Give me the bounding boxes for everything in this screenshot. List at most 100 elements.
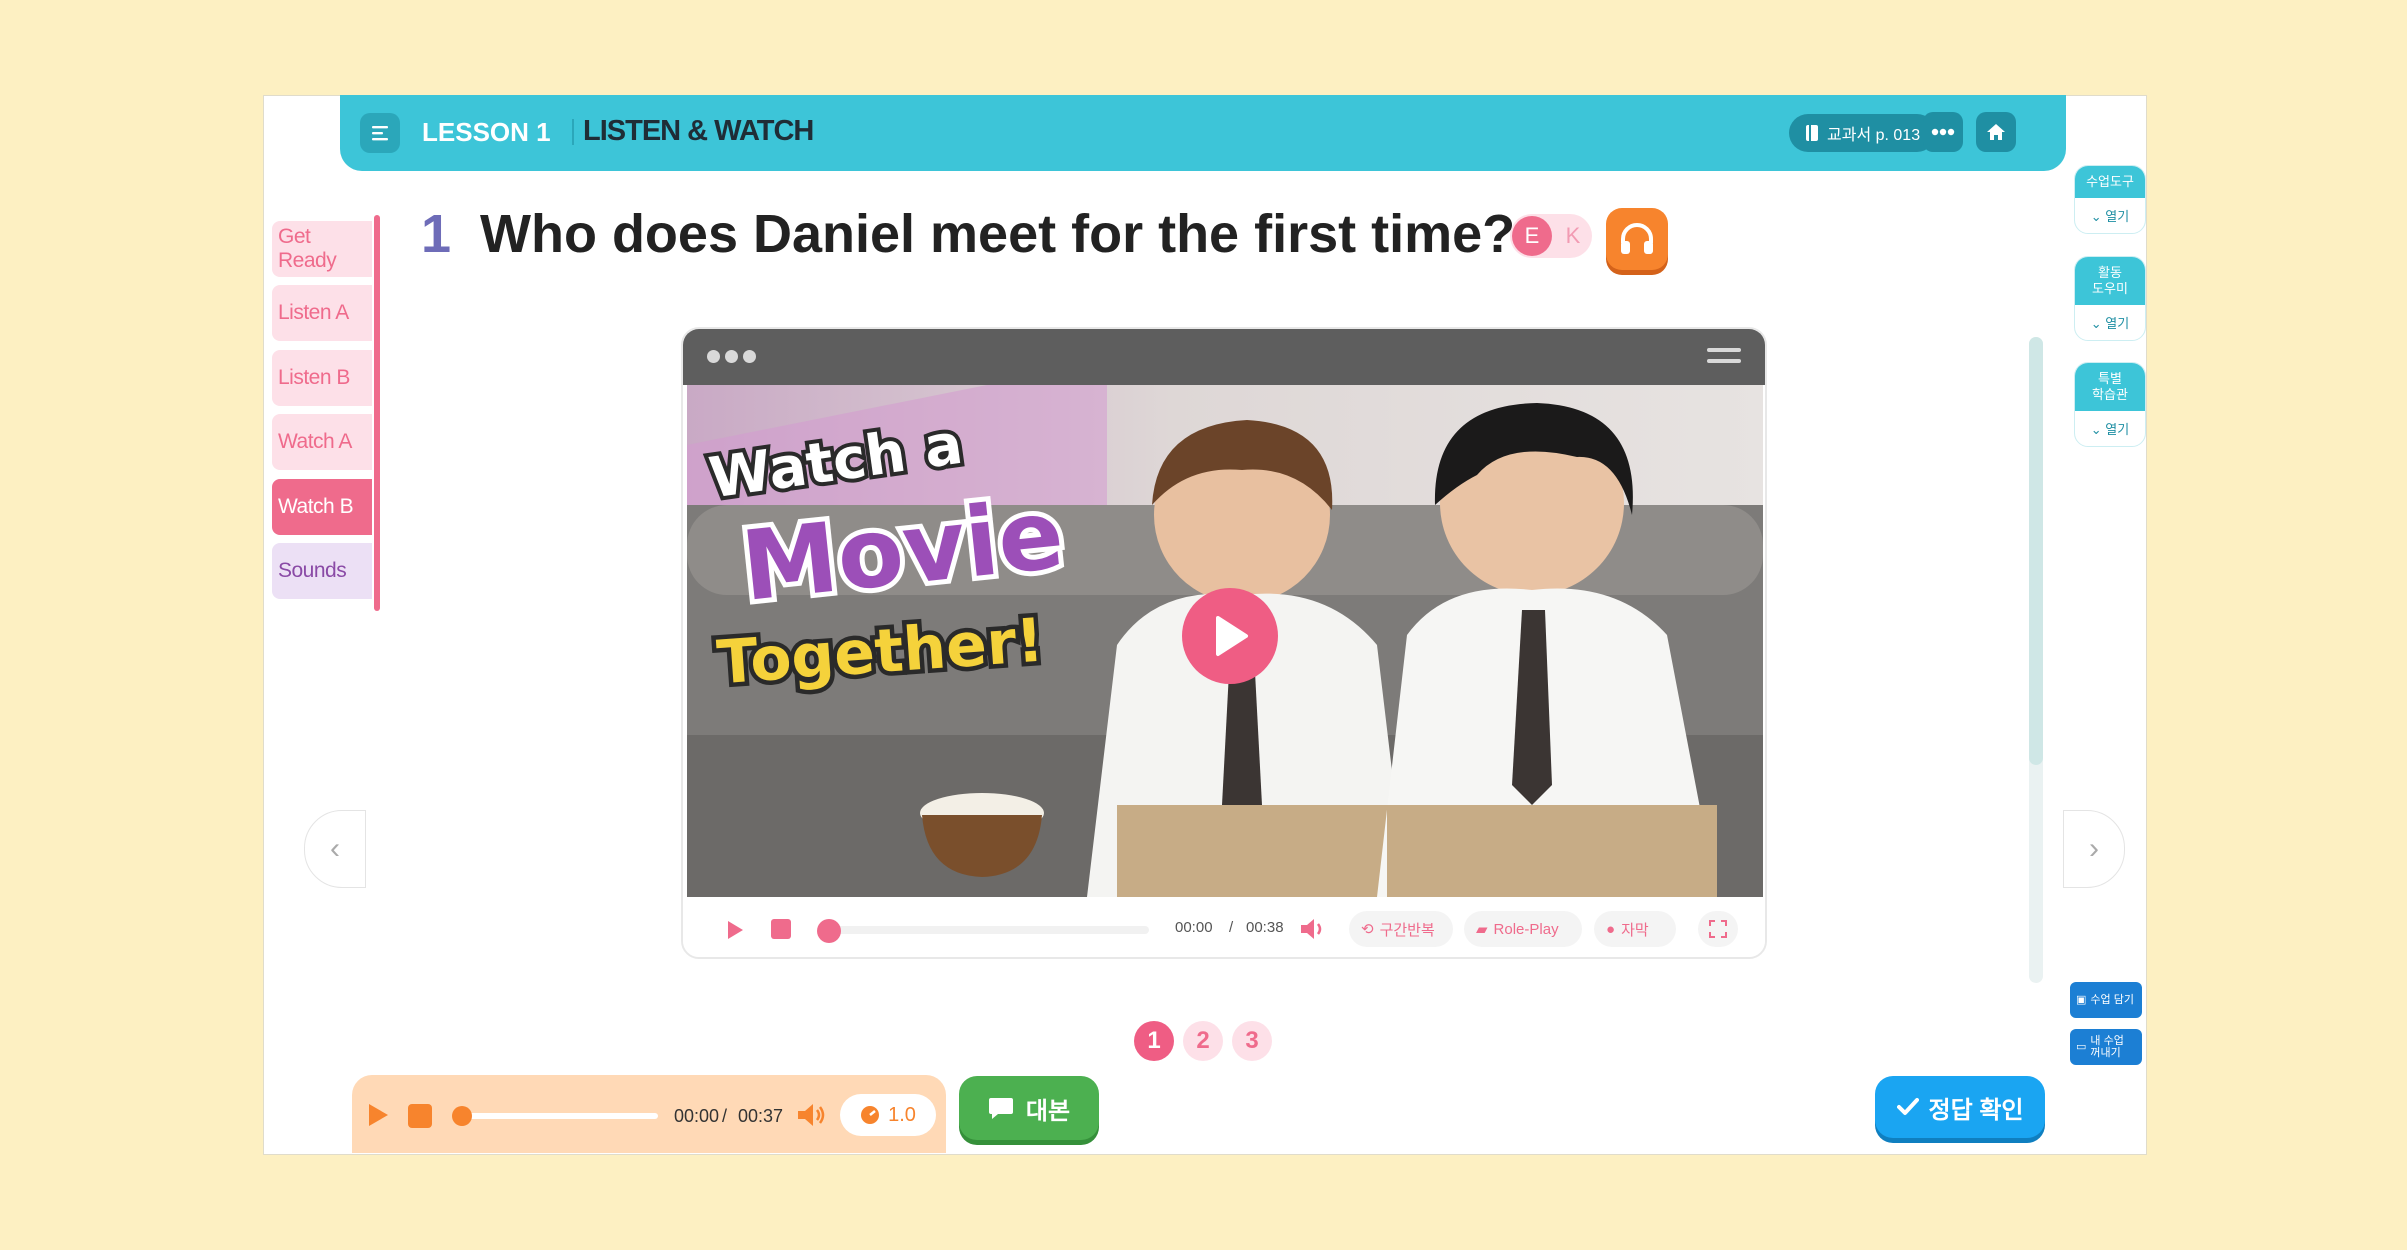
playback-speed-button[interactable]: 1.0 bbox=[840, 1094, 936, 1136]
check-answer-button[interactable]: 정답 확인 bbox=[1875, 1076, 2045, 1138]
home-button[interactable] bbox=[1976, 112, 2016, 152]
headphones-icon bbox=[1621, 223, 1653, 254]
chevron-left-icon: ‹ bbox=[330, 832, 340, 865]
play-icon[interactable] bbox=[725, 919, 745, 941]
audio-player: 00:00 / 00:37 1.0 bbox=[352, 1075, 946, 1153]
caption-label: 자막 bbox=[1621, 921, 1649, 939]
nav-listen-b[interactable]: Listen B bbox=[272, 350, 372, 406]
textbook-page-button[interactable]: 교과서 p. 013 bbox=[1789, 114, 1937, 152]
roleplay-button[interactable]: ▰ Role-Play bbox=[1464, 911, 1582, 947]
question-number: 1 bbox=[421, 204, 452, 264]
audio-current-time: 00:00 bbox=[674, 1106, 720, 1126]
special-learning-panel[interactable]: 특별 학습관 ⌄ 열기 bbox=[2074, 362, 2146, 447]
video-controls: 00:00 / 00:38 ⟲ 구간반복 ▰ Role-Play ● 자막 bbox=[683, 897, 1765, 957]
audio-progress-handle[interactable] bbox=[452, 1106, 472, 1126]
video-current-time: 00:00 bbox=[1175, 919, 1213, 936]
chevron-right-icon: › bbox=[2089, 832, 2099, 865]
fullscreen-button[interactable] bbox=[1698, 911, 1738, 947]
save-lesson-label: 수업 담기 bbox=[2090, 994, 2134, 1006]
video-duration: 00:38 bbox=[1246, 919, 1284, 936]
repeat-icon: ⟲ bbox=[1361, 921, 1374, 938]
caption-icon: ● bbox=[1606, 920, 1616, 938]
chevron-down-icon: ⌄ bbox=[2090, 316, 2102, 331]
question-text: Who does Daniel meet for the first time? bbox=[480, 204, 1516, 264]
video-play-button[interactable] bbox=[1182, 588, 1278, 684]
lesson-label: LESSON 1 bbox=[422, 117, 551, 147]
book-icon bbox=[1806, 125, 1818, 141]
speed-icon bbox=[861, 1106, 880, 1124]
script-button[interactable]: 대본 bbox=[959, 1076, 1099, 1140]
stop-icon[interactable] bbox=[771, 919, 791, 939]
play-icon bbox=[1216, 616, 1248, 656]
player-menu-icon bbox=[1707, 348, 1741, 370]
activity-helper-panel[interactable]: 활동 도우미 ⌄ 열기 bbox=[2074, 256, 2146, 341]
class-tools-open[interactable]: ⌄ 열기 bbox=[2075, 198, 2145, 233]
nav-sounds[interactable]: Sounds bbox=[272, 543, 372, 599]
nav-watch-b[interactable]: Watch B bbox=[272, 479, 372, 535]
playback-speed-value: 1.0 bbox=[888, 1103, 916, 1126]
audio-duration: 00:37 bbox=[738, 1106, 784, 1126]
open-label: 열기 bbox=[2105, 209, 2130, 224]
menu-icon bbox=[372, 126, 388, 141]
open-label: 열기 bbox=[2105, 422, 2130, 437]
window-dot bbox=[743, 350, 756, 363]
folder-icon: ▣ bbox=[2076, 994, 2087, 1006]
more-button[interactable] bbox=[1923, 112, 1963, 152]
language-toggle[interactable]: E K bbox=[1510, 214, 1592, 258]
nav-watch-a[interactable]: Watch A bbox=[272, 414, 372, 470]
top-header: LESSON 1 LISTEN & WATCH 교과서 p. 013 bbox=[340, 95, 2066, 171]
volume-icon[interactable] bbox=[796, 1102, 828, 1128]
menu-button[interactable] bbox=[360, 113, 400, 153]
caption-button[interactable]: ● 자막 bbox=[1594, 911, 1676, 947]
video-frame[interactable]: Watch a Movie Together! bbox=[687, 385, 1763, 897]
page-3-button[interactable]: 3 bbox=[1232, 1021, 1272, 1061]
audio-progress-track[interactable] bbox=[458, 1113, 658, 1119]
repeat-label: 구간반복 bbox=[1379, 921, 1435, 939]
home-icon bbox=[1987, 124, 2005, 140]
nav-rail bbox=[374, 215, 380, 611]
chat-icon: ▰ bbox=[1476, 921, 1488, 938]
check-answer-label: 정답 확인 bbox=[1928, 1096, 2024, 1124]
player-titlebar bbox=[683, 329, 1765, 385]
load-lesson-button[interactable]: ▭ 내 수업 꺼내기 bbox=[2070, 1029, 2142, 1065]
video-time-separator: / bbox=[1229, 919, 1234, 936]
scrollbar-thumb[interactable] bbox=[2029, 337, 2043, 765]
audio-time-separator: / bbox=[722, 1106, 728, 1126]
window-dot bbox=[707, 350, 720, 363]
video-progress-handle[interactable] bbox=[817, 919, 841, 943]
page-2-button[interactable]: 2 bbox=[1183, 1021, 1223, 1061]
special-learning-open[interactable]: ⌄ 열기 bbox=[2075, 411, 2145, 446]
class-tools-panel[interactable]: 수업도구 ⌄ 열기 bbox=[2074, 165, 2146, 234]
stop-icon[interactable] bbox=[408, 1104, 432, 1128]
textbook-page-label: 교과서 p. 013 bbox=[1827, 127, 1921, 144]
window-dot bbox=[725, 350, 738, 363]
roleplay-label: Role-Play bbox=[1493, 920, 1559, 938]
korean-option[interactable]: K bbox=[1556, 216, 1590, 256]
video-player: Watch a Movie Together! 00:00 / 00:38 ⟲ … bbox=[681, 327, 1767, 959]
open-label: 열기 bbox=[2105, 316, 2130, 331]
class-tools-title: 수업도구 bbox=[2075, 166, 2145, 198]
ellipsis-icon bbox=[1931, 128, 1955, 136]
speech-bubble-icon bbox=[988, 1098, 1013, 1119]
nav-get-ready[interactable]: Get Ready bbox=[272, 221, 372, 277]
fullscreen-icon bbox=[1709, 920, 1727, 938]
nav-listen-a[interactable]: Listen A bbox=[272, 285, 372, 341]
header-divider bbox=[572, 119, 574, 145]
content-scrollbar[interactable] bbox=[2029, 337, 2043, 983]
load-lesson-label: 내 수업 꺼내기 bbox=[2090, 1035, 2124, 1059]
checkmark-icon bbox=[1896, 1098, 1919, 1115]
volume-icon[interactable] bbox=[1299, 917, 1327, 941]
listen-audio-button[interactable] bbox=[1606, 208, 1668, 270]
page-1-button[interactable]: 1 bbox=[1134, 1021, 1174, 1061]
repeat-section-button[interactable]: ⟲ 구간반복 bbox=[1349, 911, 1453, 947]
video-progress-track[interactable] bbox=[823, 926, 1149, 934]
card-icon: ▭ bbox=[2076, 1041, 2087, 1053]
english-option[interactable]: E bbox=[1512, 216, 1552, 256]
special-learning-title: 특별 학습관 bbox=[2075, 363, 2145, 411]
play-icon[interactable] bbox=[366, 1102, 390, 1128]
chevron-down-icon: ⌄ bbox=[2090, 209, 2102, 224]
save-lesson-button[interactable]: ▣ 수업 담기 bbox=[2070, 982, 2142, 1018]
script-label: 대본 bbox=[1025, 1097, 1071, 1125]
activity-helper-open[interactable]: ⌄ 열기 bbox=[2075, 305, 2145, 340]
chevron-down-icon: ⌄ bbox=[2090, 422, 2102, 437]
